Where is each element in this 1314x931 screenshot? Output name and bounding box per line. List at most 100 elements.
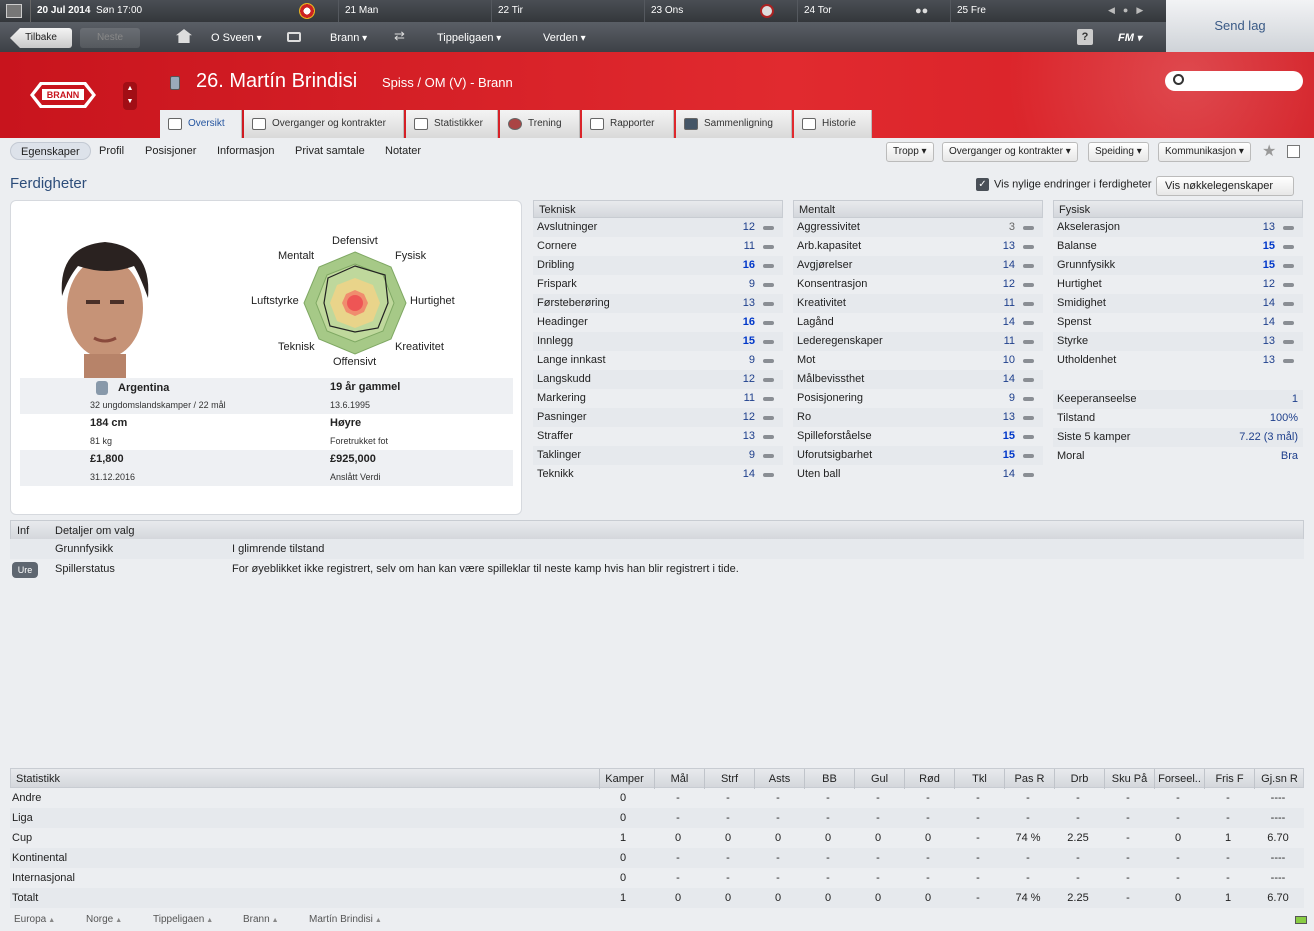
attribute-row[interactable]: Arb.kapasitet 13 — [793, 237, 1043, 256]
attribute-row[interactable]: Straffer 13 — [533, 427, 783, 446]
tab-statistics[interactable]: Statistikker — [406, 110, 498, 138]
attribute-row[interactable]: Hurtighet 12 — [1053, 275, 1303, 294]
attribute-row[interactable]: Avgjørelser 14 — [793, 256, 1043, 275]
attribute-row[interactable]: Avslutninger 12 — [533, 218, 783, 237]
breadcrumb-item[interactable]: Martín Brindisi — [309, 914, 382, 925]
send-team-button[interactable]: Send lag — [1166, 0, 1314, 52]
attribute-row[interactable]: Ro 13 — [793, 408, 1043, 427]
stats-column-header[interactable]: Rød — [904, 769, 954, 789]
stats-column-header[interactable]: Kamper — [599, 769, 649, 789]
attribute-row[interactable]: Konsentrasjon 12 — [793, 275, 1043, 294]
day-slot[interactable]: 23 Ons — [644, 0, 797, 22]
attribute-row[interactable]: Akselerasjon 13 — [1053, 218, 1303, 237]
attribute-row[interactable]: Lagånd 14 — [793, 313, 1043, 332]
subnav-notes[interactable]: Notater — [385, 142, 421, 160]
attribute-row[interactable]: Kreativitet 11 — [793, 294, 1043, 313]
stats-column-header[interactable]: Sku På — [1104, 769, 1154, 789]
tab-reports[interactable]: Rapporter — [582, 110, 674, 138]
help-button[interactable]: ? — [1077, 29, 1093, 45]
stats-column-header[interactable]: Asts — [754, 769, 804, 789]
recent-changes-toggle[interactable]: ✓ Vis nylige endringer i ferdigheter — [976, 178, 1152, 191]
stats-column-header[interactable]: Drb — [1054, 769, 1104, 789]
attribute-row[interactable]: Styrke 13 — [1053, 332, 1303, 351]
home-icon[interactable] — [176, 29, 192, 43]
checkmark-icon[interactable]: ✓ — [976, 178, 989, 191]
attribute-row[interactable]: Målbevissthet 14 — [793, 370, 1043, 389]
stats-column-header[interactable]: Pas R — [1004, 769, 1054, 789]
player-switch-stepper[interactable]: ▲ ▼ — [123, 82, 137, 110]
tab-training[interactable]: Trening — [500, 110, 580, 138]
next-button[interactable]: Neste — [80, 28, 140, 48]
attribute-row[interactable]: Dribling 16 — [533, 256, 783, 275]
stats-column-header[interactable]: Forseel.. — [1154, 769, 1204, 789]
search-input[interactable] — [1165, 71, 1303, 91]
day-slot[interactable]: 22 Tir — [491, 0, 644, 22]
attribute-row[interactable]: Uten ball 14 — [793, 465, 1043, 484]
attribute-row[interactable]: Mot 10 — [793, 351, 1043, 370]
attribute-row[interactable]: Headinger 16 — [533, 313, 783, 332]
stats-column-header[interactable]: Gul — [854, 769, 904, 789]
breadcrumb-item[interactable]: Brann — [243, 914, 279, 925]
day-slot[interactable]: 21 Man — [338, 0, 491, 22]
manager-menu[interactable]: O Sveen — [211, 28, 262, 48]
subnav-private-chat[interactable]: Privat samtale — [295, 142, 365, 160]
fm-menu[interactable]: FM — [1118, 28, 1142, 48]
add-note-icon[interactable] — [1287, 145, 1300, 158]
attribute-row[interactable]: Pasninger 12 — [533, 408, 783, 427]
communication-dropdown[interactable]: Kommunikasjon — [1158, 142, 1251, 162]
stats-column-header[interactable]: Strf — [704, 769, 754, 789]
attribute-row[interactable]: Spenst 14 — [1053, 313, 1303, 332]
attribute-row[interactable]: Innlegg 15 — [533, 332, 783, 351]
stats-column-header[interactable]: Mål — [654, 769, 704, 789]
subnav-information[interactable]: Informasjon — [217, 142, 274, 160]
squad-dropdown[interactable]: Tropp — [886, 142, 934, 162]
attribute-row[interactable]: Posisjonering 9 — [793, 389, 1043, 408]
club-menu[interactable]: Brann — [330, 28, 367, 48]
calendar-icon[interactable] — [6, 4, 22, 18]
subnav-attributes[interactable]: Egenskaper — [10, 142, 91, 160]
breadcrumb-item[interactable]: Norge — [86, 914, 122, 925]
attribute-row[interactable]: Lange innkast 9 — [533, 351, 783, 370]
transfers-dropdown[interactable]: Overganger og kontrakter — [942, 142, 1078, 162]
calendar-nav-icons[interactable]: ◀●▶ — [1108, 5, 1151, 16]
tab-comparison[interactable]: Sammenligning — [676, 110, 792, 138]
attribute-row[interactable]: Aggressivitet 3 — [793, 218, 1043, 237]
subnav-positions[interactable]: Posisjoner — [145, 142, 196, 160]
day-slot[interactable]: 25 Fre — [950, 0, 1103, 22]
world-menu[interactable]: Verden — [543, 28, 586, 48]
attribute-row[interactable]: Langskudd 12 — [533, 370, 783, 389]
stats-column-header[interactable]: BB — [804, 769, 854, 789]
breadcrumb-item[interactable]: Europa — [14, 914, 55, 925]
attribute-row[interactable]: Markering 11 — [533, 389, 783, 408]
attribute-row[interactable]: Frispark 9 — [533, 275, 783, 294]
stats-column-header[interactable]: Tkl — [954, 769, 1004, 789]
star-icon[interactable]: ★ — [1262, 141, 1276, 161]
nation[interactable]: Argentina — [118, 382, 169, 394]
tab-history[interactable]: Historie — [794, 110, 872, 138]
attribute-row[interactable]: Uforutsigbarhet 15 — [793, 446, 1043, 465]
tab-transfers[interactable]: Overganger og kontrakter — [244, 110, 404, 138]
key-attributes-dropdown[interactable]: Vis nøkkelegenskaper — [1156, 176, 1294, 196]
status-badge[interactable]: Ure — [12, 562, 38, 578]
attribute-row[interactable]: Førsteberøring 13 — [533, 294, 783, 313]
tab-overview[interactable]: Oversikt — [160, 110, 242, 138]
inbox-icon[interactable] — [287, 32, 301, 42]
breadcrumb-item[interactable]: Tippeligaen — [153, 914, 213, 925]
scouting-dropdown[interactable]: Speiding — [1088, 142, 1149, 162]
attribute-row[interactable]: Grunnfysikk 15 — [1053, 256, 1303, 275]
subnav-profile[interactable]: Profil — [99, 142, 124, 160]
transfer-arrows-icon[interactable]: ⇄ — [394, 28, 405, 44]
stats-column-header[interactable]: Gj.sn R — [1254, 769, 1304, 789]
attribute-row[interactable]: Spilleforståelse 15 — [793, 427, 1043, 446]
attribute-row[interactable]: Lederegenskaper 11 — [793, 332, 1043, 351]
attribute-row[interactable]: Balanse 15 — [1053, 237, 1303, 256]
attribute-row[interactable]: Smidighet 14 — [1053, 294, 1303, 313]
attribute-row[interactable]: Taklinger 9 — [533, 446, 783, 465]
league-menu[interactable]: Tippeligaen — [437, 28, 501, 48]
stats-column-header[interactable]: Fris F — [1204, 769, 1254, 789]
stats-column-header[interactable]: Statistikk — [16, 769, 216, 789]
attribute-row[interactable]: Teknikk 14 — [533, 465, 783, 484]
attribute-row[interactable]: Utholdenhet 13 — [1053, 351, 1303, 370]
back-button[interactable]: Tilbake — [10, 28, 72, 48]
attribute-row[interactable]: Cornere 11 — [533, 237, 783, 256]
